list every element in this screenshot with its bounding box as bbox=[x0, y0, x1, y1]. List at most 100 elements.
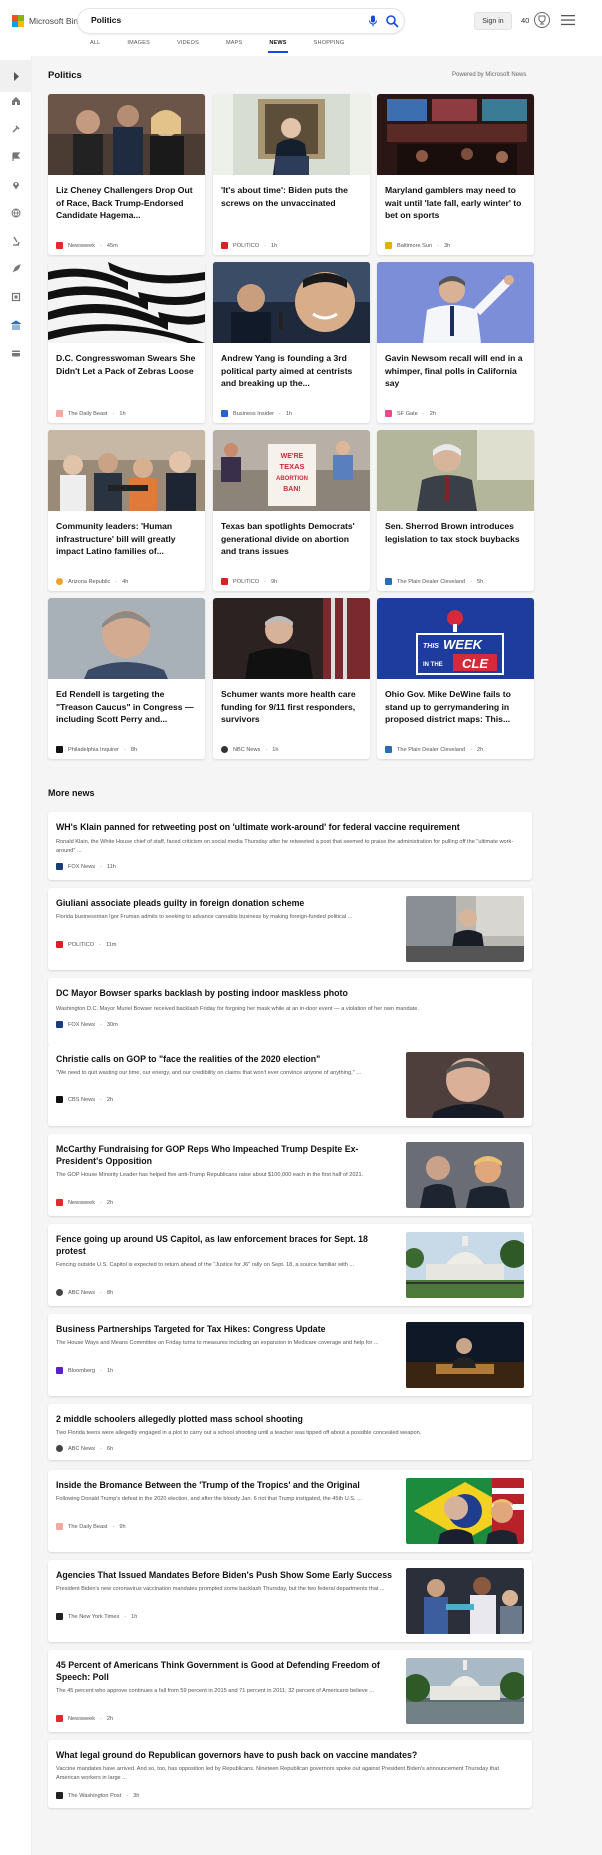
card-title[interactable]: Maryland gamblers may need to wait until… bbox=[385, 184, 528, 222]
news-list-item[interactable]: WH's Klain panned for retweeting post on… bbox=[48, 812, 532, 880]
news-card[interactable]: Maryland gamblers may need to wait until… bbox=[377, 94, 534, 255]
tab-news[interactable]: NEWS bbox=[268, 40, 289, 54]
news-snippet: Florida businessman Igor Fruman admits t… bbox=[56, 914, 353, 920]
card-title[interactable]: Community leaders: 'Human infrastructure… bbox=[56, 520, 199, 558]
tab-all[interactable]: ALL bbox=[90, 40, 100, 54]
news-title[interactable]: Business Partnerships Targeted for Tax H… bbox=[56, 1323, 396, 1335]
sidebar-item-location[interactable] bbox=[7, 176, 25, 194]
microphone-icon[interactable] bbox=[366, 14, 380, 28]
fox-news-logo-icon bbox=[56, 1021, 63, 1028]
card-title[interactable]: D.C. Congresswoman Swears She Didn't Let… bbox=[56, 352, 199, 390]
sidebar-item-entertainment[interactable] bbox=[7, 288, 25, 306]
news-card[interactable]: WE'RE TEXAS ABORTION BAN! Texas ban spot… bbox=[213, 430, 370, 591]
news-title[interactable]: WH's Klain panned for retweeting post on… bbox=[56, 821, 516, 833]
news-snippet: Following Donald Trump's defeat in the 2… bbox=[56, 1496, 362, 1502]
news-list-item[interactable]: Fence going up around US Capitol, as law… bbox=[48, 1224, 532, 1306]
news-list-item[interactable]: 2 middle schoolers allegedly plotted mas… bbox=[48, 1404, 532, 1460]
rewards-points[interactable]: 40 bbox=[521, 16, 529, 25]
flag-icon bbox=[12, 152, 21, 161]
news-list-item[interactable]: Agencies That Issued Mandates Before Bid… bbox=[48, 1560, 532, 1642]
card-title[interactable]: Schumer wants more health care funding f… bbox=[221, 688, 364, 726]
card-title[interactable]: Texas ban spotlights Democrats' generati… bbox=[221, 520, 364, 558]
card-title[interactable]: 'It's about time': Biden puts the screws… bbox=[221, 184, 364, 222]
news-source: The Washington Post · 3h bbox=[56, 1792, 139, 1799]
sidebar-toggle-button[interactable] bbox=[0, 60, 32, 92]
news-list-item[interactable]: Giuliani associate pleads guilty in fore… bbox=[48, 888, 532, 970]
card-image bbox=[48, 262, 205, 343]
sidebar-item-tools[interactable] bbox=[7, 120, 25, 138]
news-card[interactable]: Schumer wants more health care funding f… bbox=[213, 598, 370, 759]
news-title[interactable]: DC Mayor Bowser sparks backlash by posti… bbox=[56, 987, 516, 999]
news-card[interactable]: Sen. Sherrod Brown introduces legislatio… bbox=[377, 430, 534, 591]
news-list-item[interactable]: 45 Percent of Americans Think Government… bbox=[48, 1650, 532, 1732]
news-list-item[interactable]: What legal ground do Republican governor… bbox=[48, 1740, 532, 1808]
sidebar-item-flag[interactable] bbox=[7, 148, 25, 166]
card-source: The Daily Beast · 1h bbox=[56, 410, 126, 417]
card-image bbox=[377, 430, 534, 511]
sidebar-item-technology[interactable] bbox=[7, 260, 25, 278]
news-snippet: Two Florida teens were allegedly engaged… bbox=[56, 1430, 422, 1436]
search-icon[interactable] bbox=[385, 14, 399, 28]
news-thumbnail bbox=[406, 1052, 524, 1118]
news-title[interactable]: McCarthy Fundraising for GOP Reps Who Im… bbox=[56, 1143, 386, 1167]
card-image bbox=[48, 430, 205, 511]
card-source: The Plain Dealer Cleveland · 2h bbox=[385, 746, 483, 753]
news-title[interactable]: 2 middle schoolers allegedly plotted mas… bbox=[56, 1413, 516, 1425]
week-text-line1: THIS bbox=[423, 643, 439, 650]
card-title[interactable]: Gavin Newsom recall will end in a whimpe… bbox=[385, 352, 528, 390]
news-list-item[interactable]: DC Mayor Bowser sparks backlash by posti… bbox=[48, 978, 532, 1046]
card-image: WE'RE TEXAS ABORTION BAN! bbox=[213, 430, 370, 511]
tab-videos[interactable]: VIDEOS bbox=[177, 40, 199, 54]
news-title[interactable]: What legal ground do Republican governor… bbox=[56, 1749, 516, 1761]
news-card[interactable]: Andrew Yang is founding a 3rd political … bbox=[213, 262, 370, 423]
tab-images[interactable]: IMAGES bbox=[127, 40, 150, 54]
news-snippet: Fencing outside U.S. Capitol is expected… bbox=[56, 1262, 355, 1268]
sign-in-button[interactable]: Sign in bbox=[474, 12, 512, 30]
sidebar-item-world[interactable] bbox=[7, 204, 25, 222]
card-title[interactable]: Sen. Sherrod Brown introduces legislatio… bbox=[385, 520, 528, 558]
news-card[interactable]: THIS WEEK IN THE CLE Ohio Gov. Mike DeWi… bbox=[377, 598, 534, 759]
news-title[interactable]: 45 Percent of Americans Think Government… bbox=[56, 1659, 386, 1683]
news-card[interactable]: Ed Rendell is targeting the "Treason Cau… bbox=[48, 598, 205, 759]
globe-icon bbox=[11, 208, 21, 218]
search-box[interactable]: Politics bbox=[78, 9, 404, 33]
news-snippet: The 45 percent who approve continues a f… bbox=[56, 1688, 375, 1694]
news-list-item[interactable]: Business Partnerships Targeted for Tax H… bbox=[48, 1314, 532, 1396]
news-title[interactable]: Inside the Bromance Between the 'Trump o… bbox=[56, 1479, 396, 1491]
hamburger-menu-icon[interactable] bbox=[560, 13, 576, 27]
search-input[interactable]: Politics bbox=[91, 15, 121, 25]
card-title[interactable]: Liz Cheney Challengers Drop Out of Race,… bbox=[56, 184, 199, 222]
news-card[interactable]: 'It's about time': Biden puts the screws… bbox=[213, 94, 370, 255]
news-card[interactable]: D.C. Congresswoman Swears She Didn't Let… bbox=[48, 262, 205, 423]
sidebar-item-science[interactable] bbox=[7, 232, 25, 250]
bing-logo[interactable]: Microsoft Bing bbox=[12, 15, 83, 27]
news-title[interactable]: Agencies That Issued Mandates Before Bid… bbox=[56, 1569, 396, 1581]
card-title[interactable]: Andrew Yang is founding a 3rd political … bbox=[221, 352, 364, 390]
sidebar-item-politics[interactable] bbox=[7, 316, 25, 334]
plain-dealer-logo-icon bbox=[385, 578, 392, 585]
news-list-item[interactable]: Inside the Bromance Between the 'Trump o… bbox=[48, 1470, 532, 1552]
news-source: Bloomberg · 1h bbox=[56, 1367, 113, 1374]
news-list-item[interactable]: Christie calls on GOP to "face the reali… bbox=[48, 1044, 532, 1126]
rewards-trophy-icon[interactable] bbox=[533, 11, 551, 29]
home-icon bbox=[12, 97, 20, 105]
powered-by-label[interactable]: Powered by Microsoft News bbox=[452, 72, 526, 78]
news-card[interactable]: Liz Cheney Challengers Drop Out of Race,… bbox=[48, 94, 205, 255]
card-title[interactable]: Ohio Gov. Mike DeWine fails to stand up … bbox=[385, 688, 528, 726]
logo-text: Microsoft Bing bbox=[29, 16, 83, 26]
card-image bbox=[48, 598, 205, 679]
bloomberg-logo-icon bbox=[56, 1367, 63, 1374]
sign-text-line4: BAN! bbox=[283, 486, 301, 493]
news-list-item[interactable]: McCarthy Fundraising for GOP Reps Who Im… bbox=[48, 1134, 532, 1216]
news-title[interactable]: Christie calls on GOP to "face the reali… bbox=[56, 1053, 396, 1065]
news-title[interactable]: Giuliani associate pleads guilty in fore… bbox=[56, 897, 396, 909]
card-title[interactable]: Ed Rendell is targeting the "Treason Cau… bbox=[56, 688, 199, 726]
sidebar-item-money[interactable] bbox=[7, 344, 25, 362]
tab-maps[interactable]: MAPS bbox=[226, 40, 242, 54]
sidebar-item-home[interactable] bbox=[7, 92, 25, 110]
tab-shopping[interactable]: SHOPPING bbox=[314, 40, 345, 54]
film-icon bbox=[11, 292, 21, 302]
news-card[interactable]: Gavin Newsom recall will end in a whimpe… bbox=[377, 262, 534, 423]
news-card[interactable]: Community leaders: 'Human infrastructure… bbox=[48, 430, 205, 591]
news-title[interactable]: Fence going up around US Capitol, as law… bbox=[56, 1233, 386, 1257]
